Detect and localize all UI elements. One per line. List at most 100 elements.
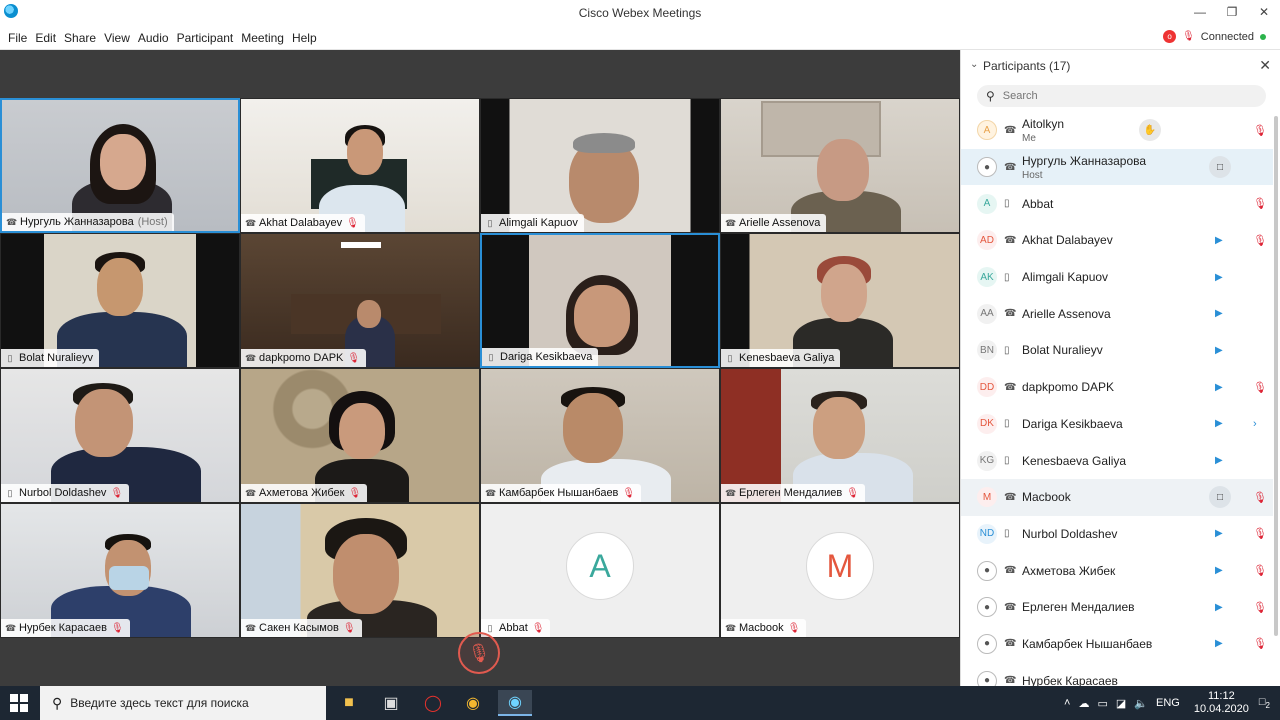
video-tile[interactable]: ☎ Нургуль Жанназарова (Host) (0, 98, 240, 233)
video-camera-icon[interactable]: ▶ (1215, 418, 1223, 429)
menu-help[interactable]: Help (288, 31, 321, 45)
muted-mic-icon[interactable]: 🎙 (1253, 124, 1267, 137)
video-camera-icon[interactable]: ▶ (1215, 638, 1223, 649)
volume-icon[interactable]: 🔈 (1134, 697, 1148, 710)
notification-icon[interactable]: □2 (1259, 696, 1270, 710)
menu-edit[interactable]: Edit (31, 31, 60, 45)
video-tile[interactable]: ▯ Nurbol Doldashev 🎙 (0, 368, 240, 503)
taskbar-search[interactable]: ⚲ Введите здесь текст для поиска (40, 686, 326, 720)
phone-device-icon: ▯ (487, 623, 493, 633)
video-tile[interactable]: ▯ Alimgali Kapuov (480, 98, 720, 233)
video-tile[interactable]: A ▯ Abbat 🎙 (480, 503, 720, 638)
video-tile[interactable]: ☎ Ерлеген Мендалиев 🎙 (720, 368, 960, 503)
menu-file[interactable]: File (4, 31, 31, 45)
chat-icon[interactable]: □ (1209, 156, 1231, 179)
chrome-icon[interactable]: ◉ (456, 690, 490, 716)
restore-button[interactable]: ❐ (1216, 0, 1248, 24)
video-tile[interactable]: ▯ Dariga Kesikbaeva (480, 233, 720, 368)
participant-row[interactable]: ● ☎ Камбарбек Нышанбаев ▶ 🎙 (961, 626, 1273, 663)
participant-row[interactable]: DD ☎ dapkpomo DAPK ▶ 🎙 (961, 369, 1273, 406)
participant-name: Kenesbaeva Galiya (1022, 453, 1127, 468)
participant-row[interactable]: AA ☎ Arielle Assenova ▶ (961, 295, 1273, 332)
participant-row[interactable]: DK ▯ Dariga Kesikbaeva ▶ › (961, 406, 1273, 443)
windows-start-button[interactable] (10, 694, 28, 712)
close-window-button[interactable]: ✕ (1248, 0, 1280, 24)
video-tile[interactable]: M ☎ Macbook 🎙 (720, 503, 960, 638)
menu-participant[interactable]: Participant (173, 31, 238, 45)
audio-icon: ☎ (1004, 638, 1017, 650)
muted-mic-icon: 🎙 (787, 622, 801, 634)
raise-hand-icon[interactable]: ✋ (1139, 119, 1161, 142)
participant-row[interactable]: A ☎ Aitolkyn Me ✋ 🎙 (961, 112, 1273, 149)
chevron-right-icon[interactable]: › (1253, 418, 1257, 430)
video-camera-icon[interactable]: ▶ (1215, 528, 1223, 539)
menu-share[interactable]: Share (60, 31, 100, 45)
menu-view[interactable]: View (100, 31, 134, 45)
video-tile[interactable]: ☎ Arielle Assenova (720, 98, 960, 233)
tray-expand-icon[interactable]: ˄ (1064, 697, 1070, 709)
minimize-button[interactable]: — (1184, 0, 1216, 24)
participant-name: Macbook (1022, 490, 1071, 505)
video-tile[interactable]: ☎ Сакен Касымов 🎙 (240, 503, 480, 638)
menu-meeting[interactable]: Meeting (237, 31, 288, 45)
video-tile[interactable]: ☎ Ахметова Жибек 🎙 (240, 368, 480, 503)
video-camera-icon[interactable]: ▶ (1215, 345, 1223, 356)
muted-mic-icon[interactable]: 🎙 (1253, 637, 1267, 650)
muted-mic-icon[interactable]: 🎙 (1253, 234, 1267, 247)
participant-row[interactable]: BN ▯ Bolat Nuralieyv ▶ (961, 332, 1273, 369)
muted-mic-icon[interactable]: 🎙 (1253, 527, 1267, 540)
video-camera-icon[interactable]: ▶ (1215, 455, 1223, 466)
participant-list-scrollbar[interactable] (1274, 116, 1278, 636)
participant-row[interactable]: ● ☎ Нурбек Карасаев (961, 662, 1273, 686)
video-camera-icon[interactable]: ▶ (1215, 235, 1223, 246)
video-tile[interactable]: ☎ dapkpomo DAPK 🎙 (240, 233, 480, 368)
video-tile[interactable]: ▯ Kenesbaeva Galiya (720, 233, 960, 368)
close-panel-button[interactable]: ✕ (1259, 57, 1271, 74)
webex-taskbar-icon[interactable]: ◉ (498, 690, 532, 716)
cloud-icon[interactable]: ☁ (1078, 697, 1089, 710)
avatar: A (977, 193, 997, 214)
muted-mic-icon[interactable]: 🎙 (1253, 491, 1267, 504)
participant-row[interactable]: ● ☎ Ерлеген Мендалиев ▶ 🎙 (961, 589, 1273, 626)
language-indicator[interactable]: ENG (1156, 697, 1180, 709)
tile-name-label: ▯ Dariga Kesikbaeva (482, 348, 599, 366)
participant-row[interactable]: M ☎ Macbook □ 🎙 (961, 478, 1273, 516)
participant-row[interactable]: ● ☎ Нургуль Жанназарова Host □ (961, 148, 1273, 186)
video-camera-icon[interactable]: ▶ (1215, 602, 1223, 613)
video-camera-icon[interactable]: ▶ (1215, 382, 1223, 393)
chat-icon[interactable]: □ (1209, 486, 1231, 509)
participant-row[interactable]: ● ☎ Ахметова Жибек ▶ 🎙 (961, 552, 1273, 589)
video-camera-icon[interactable]: ▶ (1215, 272, 1223, 283)
video-tile[interactable]: ▯ Bolat Nuralieyv (0, 233, 240, 368)
video-tile[interactable]: ☎ Akhat Dalabayev 🎙 (240, 98, 480, 233)
file-explorer-icon[interactable]: ■ (332, 690, 366, 716)
audio-icon: ☎ (1004, 308, 1017, 320)
muted-mic-icon[interactable]: 🎙 (1253, 197, 1267, 210)
wifi-icon[interactable]: ◪ (1116, 697, 1126, 710)
menu-audio[interactable]: Audio (134, 31, 173, 45)
participant-row[interactable]: KG ▯ Kenesbaeva Galiya ▶ (961, 442, 1273, 479)
clock[interactable]: 11:12 10.04.2020 (1194, 690, 1249, 716)
participant-row[interactable]: ND ▯ Nurbol Doldashev ▶ 🎙 (961, 516, 1273, 553)
recording-icon[interactable]: o (1163, 30, 1177, 43)
video-tile[interactable]: ☎ Нурбек Карасаев 🎙 (0, 503, 240, 638)
unmute-button[interactable]: 🎙 (458, 632, 500, 674)
participant-search[interactable]: ⚲ (977, 85, 1266, 107)
participant-row[interactable]: AK ▯ Alimgali Kapuov ▶ (961, 259, 1273, 296)
menu-bar: File Edit Share View Audio Participant M… (0, 26, 1280, 50)
battery-icon[interactable]: ▭ (1097, 697, 1107, 710)
phone-device-icon: ▯ (1004, 455, 1010, 467)
muted-mic-icon[interactable]: 🎙 (1253, 381, 1267, 394)
muted-mic-icon[interactable]: 🎙 (1253, 564, 1267, 577)
phone-device-icon: ▯ (1004, 344, 1010, 356)
video-camera-icon[interactable]: ▶ (1215, 308, 1223, 319)
collapse-chevron-icon[interactable]: ⌄ (970, 59, 978, 70)
video-camera-icon[interactable]: ▶ (1215, 565, 1223, 576)
participant-row[interactable]: AD ☎ Akhat Dalabayev ▶ 🎙 (961, 222, 1273, 259)
store-icon[interactable]: ▣ (374, 690, 408, 716)
muted-mic-icon[interactable]: 🎙 (1253, 601, 1267, 614)
participant-row[interactable]: A ▯ Abbat 🎙 (961, 185, 1273, 222)
opera-icon[interactable]: ◯ (416, 690, 450, 716)
video-tile[interactable]: ☎ Камбарбек Нышанбаев 🎙 (480, 368, 720, 503)
search-input[interactable] (1002, 90, 1243, 102)
